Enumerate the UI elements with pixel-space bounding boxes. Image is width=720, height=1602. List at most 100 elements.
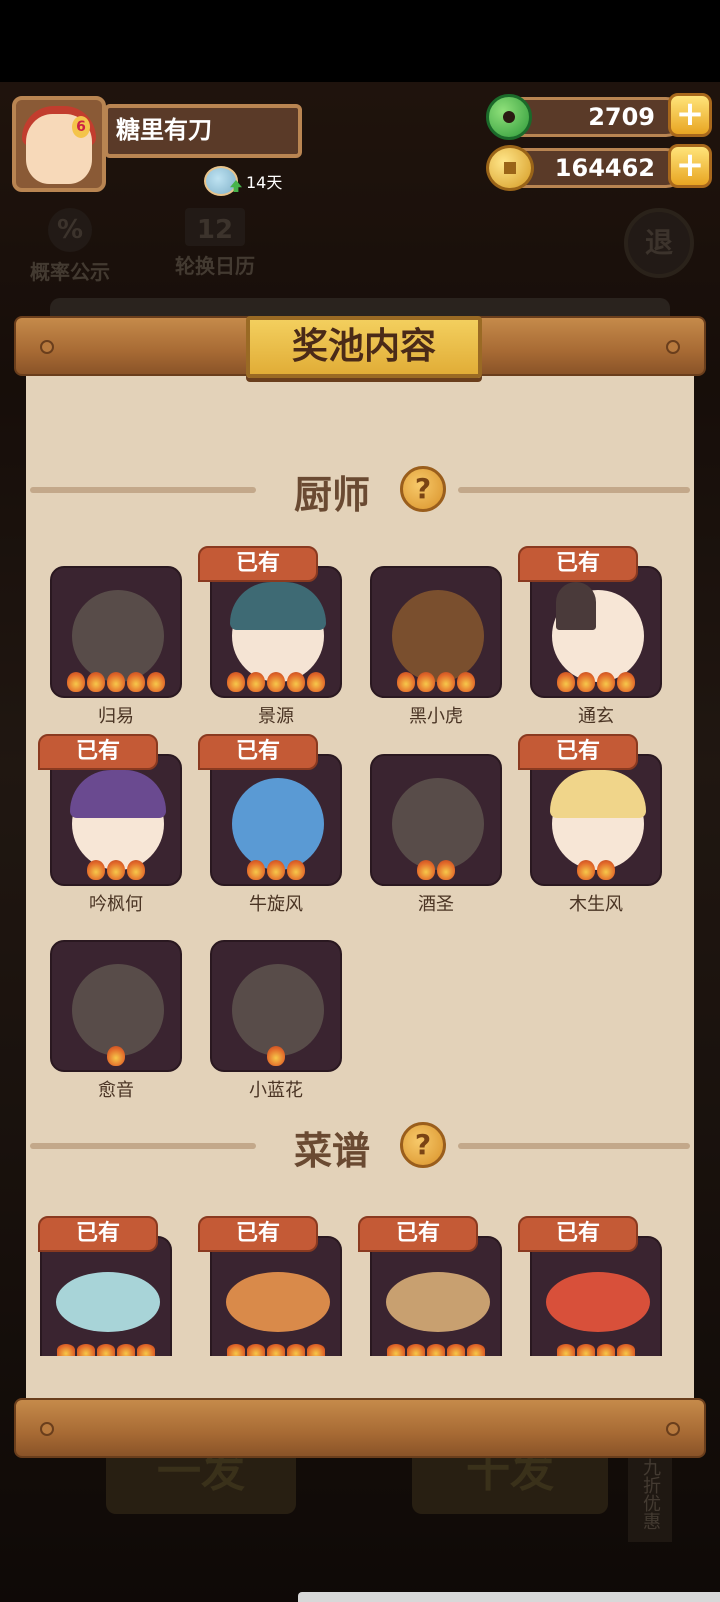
recipe-help-icon[interactable]: ? [400, 1122, 446, 1168]
recipe-card[interactable]: 已有 [38, 1216, 172, 1356]
chef-name: 酒圣 [418, 894, 454, 915]
coin-icon [486, 145, 534, 191]
chef-card[interactable]: 已有 木生风 [518, 734, 662, 916]
chef-name: 黑小虎 [409, 706, 463, 727]
days-count: 14天 [246, 173, 283, 192]
chef-name: 通玄 [578, 706, 614, 727]
chef-portrait [50, 754, 182, 886]
chef-portrait [210, 754, 342, 886]
chef-card[interactable]: 已有 景源 [198, 546, 342, 728]
recipe-image [210, 1236, 342, 1356]
recipe-section-header: 菜谱 ? [26, 1120, 694, 1173]
avatar[interactable]: 6 [12, 96, 106, 192]
owned-badge: 已有 [358, 1216, 478, 1252]
owned-badge: 已有 [198, 1216, 318, 1252]
chef-portrait [530, 754, 662, 886]
star-rating [212, 1344, 340, 1356]
owned-badge: 已有 [198, 546, 318, 582]
dish-plate [226, 1272, 330, 1332]
jade-icon [486, 94, 532, 140]
chef-name: 牛旋风 [249, 894, 303, 915]
prize-pool-panel: 厨师 ? 归易 已有 景源 黑小虎 已有 通玄 已有 吟枫何 已有 牛旋风 酒圣… [26, 370, 694, 1400]
star-rating [372, 672, 500, 692]
add-jade-button[interactable]: + [668, 93, 712, 137]
star-rating [52, 672, 180, 692]
rivet [666, 340, 680, 354]
dish-plate [546, 1272, 650, 1332]
star-rating [52, 860, 180, 880]
star-rating [212, 1046, 340, 1066]
owned-badge: 已有 [38, 1216, 158, 1252]
chef-hair [550, 770, 646, 818]
scroll-bottom-rod [14, 1398, 706, 1458]
chef-card[interactable]: 黑小虎 [370, 566, 502, 728]
star-rating [532, 672, 660, 692]
chef-name: 景源 [258, 706, 294, 727]
chef-card[interactable]: 小蓝花 [210, 940, 342, 1102]
chef-portrait [210, 566, 342, 698]
chef-figure [232, 778, 324, 870]
login-days: 14天 [204, 166, 282, 196]
divider-left [30, 487, 256, 493]
star-rating [212, 672, 340, 692]
add-coin-button[interactable]: + [668, 144, 712, 188]
owned-badge: 已有 [38, 734, 158, 770]
chef-card[interactable]: 愈音 [50, 940, 182, 1102]
star-rating [372, 860, 500, 880]
chef-name: 愈音 [98, 1080, 134, 1101]
chef-card[interactable]: 酒圣 [370, 754, 502, 916]
chef-section-title: 厨师 [294, 473, 371, 517]
star-rating [42, 1344, 170, 1356]
recipe-image [530, 1236, 662, 1356]
dish-plate [386, 1272, 490, 1332]
chef-portrait [530, 566, 662, 698]
chef-section-header: 厨师 ? [26, 464, 694, 517]
chef-card[interactable]: 已有 吟枫何 [38, 734, 182, 916]
chef-hair [230, 582, 326, 630]
divider-right [458, 1143, 690, 1149]
recipe-card[interactable]: 已有 [518, 1216, 662, 1356]
recipe-section-title: 菜谱 [294, 1129, 371, 1173]
rivet [40, 340, 54, 354]
recipe-card[interactable]: 已有 [358, 1216, 502, 1356]
divider-left [30, 1143, 256, 1149]
chef-hair [70, 770, 166, 818]
chef-name: 归易 [98, 706, 134, 727]
chef-name: 木生风 [569, 894, 623, 915]
chef-help-icon[interactable]: ? [400, 466, 446, 512]
chef-name: 吟枫何 [89, 894, 143, 915]
star-rating [532, 860, 660, 880]
star-rating [212, 860, 340, 880]
recipe-card[interactable]: 已有 [198, 1216, 342, 1356]
owned-badge: 已有 [518, 1216, 638, 1252]
level-badge: 6 [72, 116, 90, 138]
owned-badge: 已有 [198, 734, 318, 770]
recipe-image [370, 1236, 502, 1356]
star-rating [532, 1344, 660, 1356]
chef-portrait [50, 940, 182, 1072]
chef-figure [232, 964, 324, 1056]
globe-icon [204, 166, 238, 196]
chef-portrait [50, 566, 182, 698]
chef-card[interactable]: 已有 牛旋风 [198, 734, 342, 916]
star-rating [372, 1344, 500, 1356]
owned-badge: 已有 [518, 734, 638, 770]
chef-portrait [210, 940, 342, 1072]
chef-figure [72, 590, 164, 682]
recipe-image [40, 1236, 172, 1356]
chef-hair [556, 582, 596, 630]
owned-badge: 已有 [518, 546, 638, 582]
home-indicator[interactable] [298, 1592, 720, 1602]
chef-card[interactable]: 归易 [50, 566, 182, 728]
player-name: 糖里有刀 [104, 104, 302, 158]
panel-title: 奖池内容 [246, 316, 482, 378]
rivet [666, 1422, 680, 1436]
chef-figure [72, 964, 164, 1056]
dish-plate [56, 1272, 160, 1332]
divider-right [458, 487, 690, 493]
rivet [40, 1422, 54, 1436]
chef-name: 小蓝花 [249, 1080, 303, 1101]
chef-figure [392, 778, 484, 870]
chef-card[interactable]: 已有 通玄 [518, 546, 662, 728]
star-rating [52, 1046, 180, 1066]
